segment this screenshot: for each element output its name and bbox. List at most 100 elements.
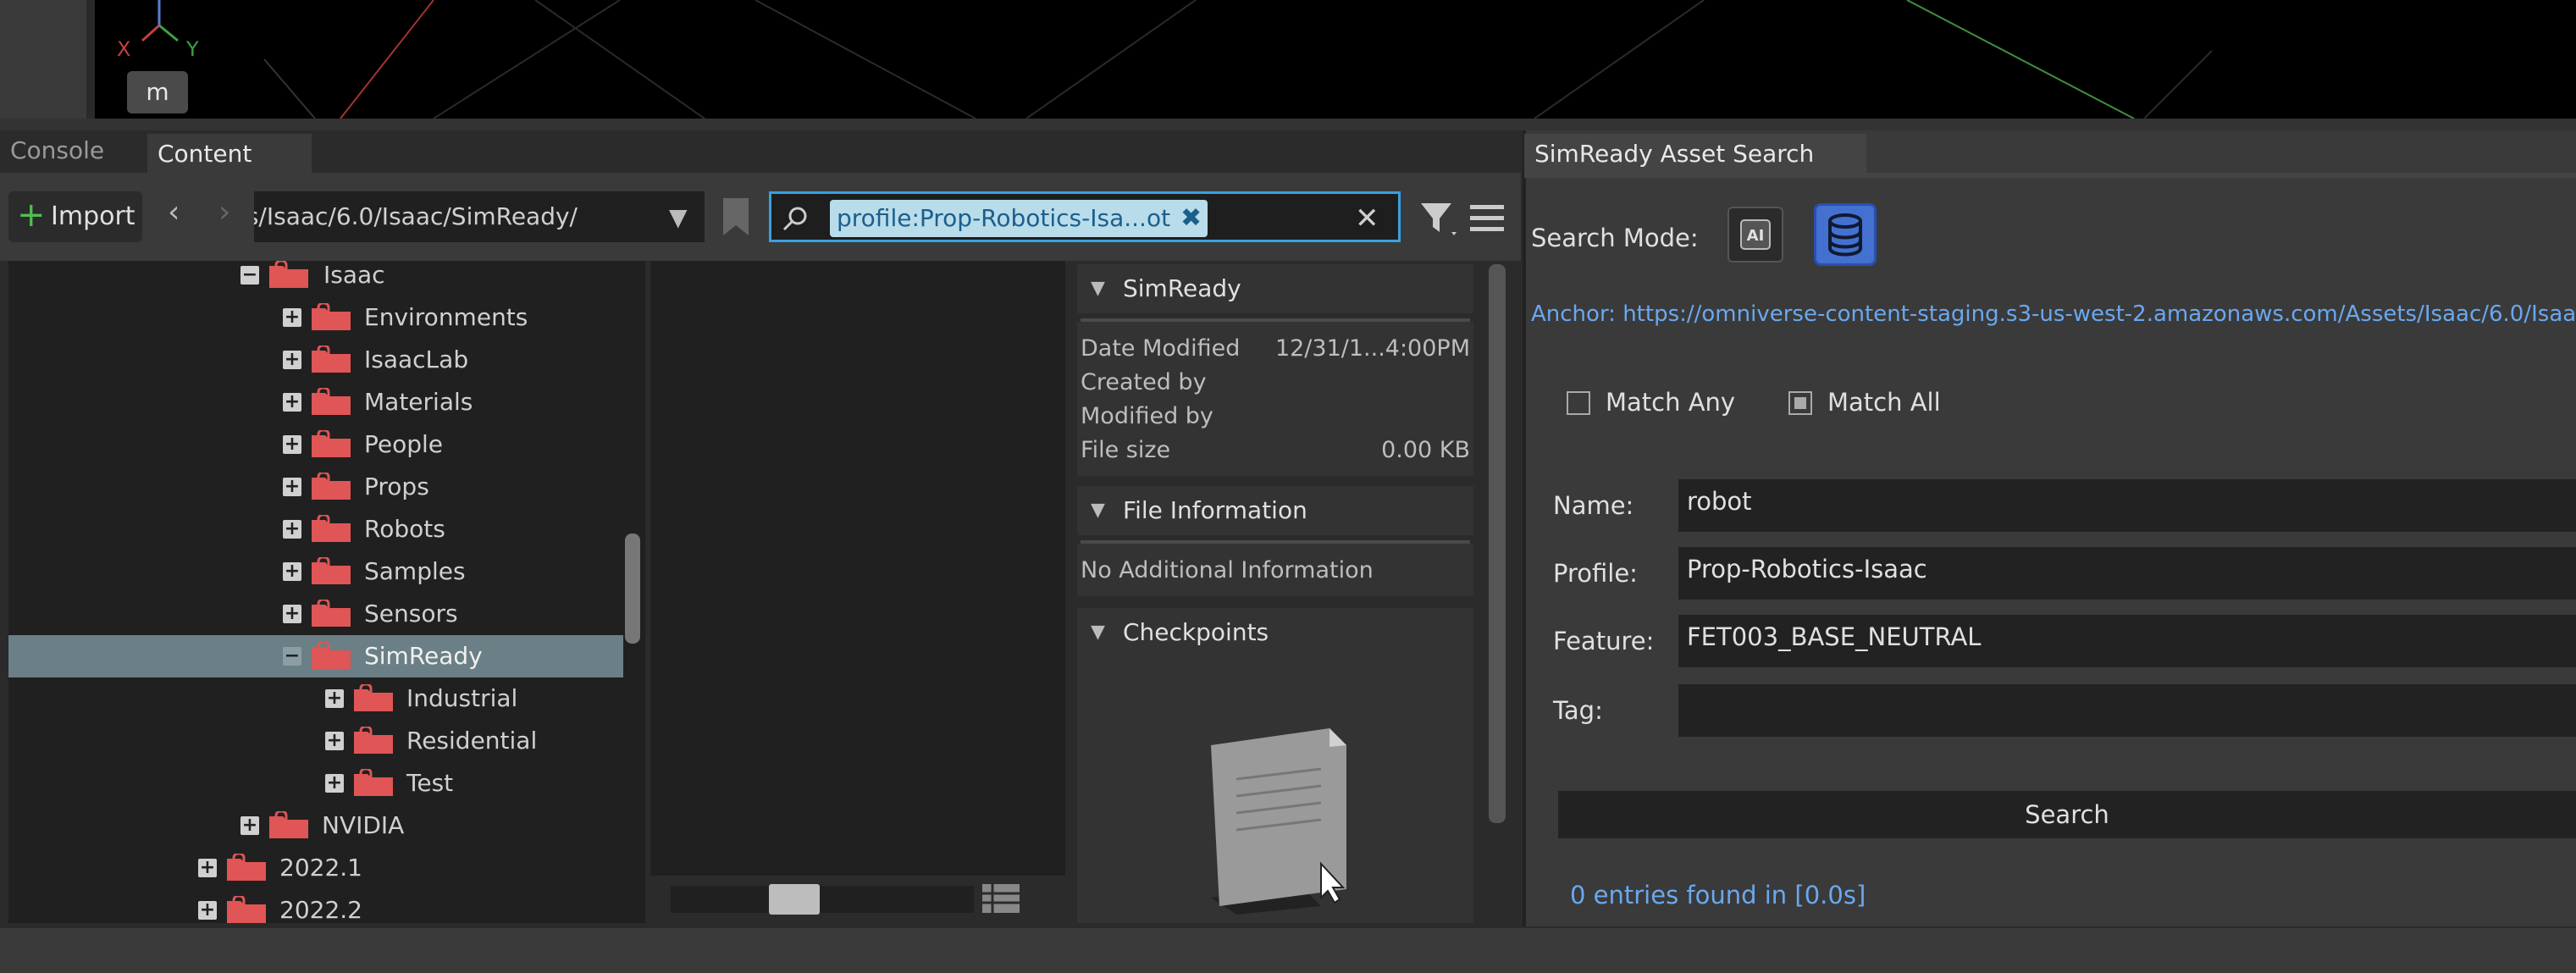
tree-item-label: Residential (406, 727, 538, 755)
tab-simready-asset-search[interactable]: SimReady Asset Search (1524, 134, 1866, 173)
status-bar (0, 926, 2576, 973)
ai-icon: AI (1740, 219, 1771, 250)
chevron-down-icon[interactable]: ▼ (669, 203, 688, 231)
clear-search-icon[interactable]: ✕ (1355, 200, 1379, 237)
match-all-checkbox[interactable] (1788, 391, 1812, 415)
panel-splitter[interactable] (645, 261, 649, 923)
tree-item-isaaclab[interactable]: + IsaacLab (8, 339, 632, 381)
expand-icon[interactable]: + (198, 859, 217, 877)
tag-field[interactable] (1678, 684, 2576, 737)
match-any-checkbox[interactable] (1567, 391, 1590, 415)
chevron-right-icon[interactable]: › (218, 195, 230, 229)
search-icon (782, 207, 807, 231)
tree-item-simready[interactable]: − SimReady (8, 635, 623, 677)
file-grid[interactable] (650, 261, 1065, 879)
tree-item-test[interactable]: + Test (8, 762, 632, 804)
expand-icon[interactable]: + (240, 816, 259, 835)
bookmark-icon[interactable] (721, 196, 750, 237)
viewport-grid-lines (263, 0, 2213, 119)
import-button[interactable]: + Import (8, 191, 142, 242)
ai-mode-button[interactable]: AI (1727, 207, 1783, 263)
folder-open-locked-icon (312, 642, 351, 669)
expand-icon[interactable]: + (325, 774, 344, 793)
hamburger-menu-icon[interactable] (1468, 200, 1506, 237)
viewport-canvas[interactable] (95, 0, 2576, 119)
tree-item-2022-1[interactable]: + 2022.1 (8, 847, 632, 889)
folder-locked-icon (354, 727, 393, 754)
filter-icon[interactable] (1419, 200, 1460, 239)
tree-item-label: Samples (364, 557, 466, 585)
file-information-title: File Information (1123, 496, 1307, 524)
tree-item-materials[interactable]: + Materials (8, 381, 632, 423)
tree-scrollbar[interactable] (625, 533, 640, 644)
tree-item-industrial[interactable]: + Industrial (8, 677, 632, 720)
tree-item-props[interactable]: + Props (8, 466, 632, 508)
tree-item-label: IsaacLab (364, 346, 469, 373)
database-mode-button[interactable] (1814, 203, 1877, 266)
tree-item-robots[interactable]: + Robots (8, 508, 632, 550)
tree-item-label: 2022.1 (279, 854, 362, 882)
viewport-mode-badge[interactable]: m (127, 71, 188, 113)
expand-icon[interactable]: + (283, 435, 301, 454)
folder-locked-icon (312, 600, 351, 627)
file-information-text: No Additional Information (1081, 557, 1374, 583)
expand-icon[interactable]: + (283, 605, 301, 623)
slider-handle[interactable] (769, 884, 820, 915)
file-information-header[interactable]: ▼ File Information (1077, 486, 1473, 535)
folder-locked-icon (312, 346, 351, 373)
tree-item-2022-2[interactable]: + 2022.2 (8, 889, 632, 923)
thumbnail-size-slider[interactable] (671, 886, 974, 913)
tree-item-isaac[interactable]: − Isaac (8, 261, 632, 296)
tree-item-environments[interactable]: + Environments (8, 296, 632, 339)
checkpoints-header[interactable]: ▼ Checkpoints (1077, 608, 1473, 657)
match-any-label[interactable]: Match Any (1606, 388, 1735, 417)
list-view-icon[interactable] (981, 881, 1021, 916)
tree-item-people[interactable]: + People (8, 423, 632, 466)
folder-locked-icon (312, 473, 351, 500)
search-mode-label: Search Mode: (1531, 224, 1699, 252)
tree-item-samples[interactable]: + Samples (8, 550, 632, 593)
search-button[interactable]: Search (1558, 791, 2576, 838)
collapse-icon[interactable]: − (240, 266, 259, 285)
axis-x-label: X (117, 37, 131, 61)
expand-icon[interactable]: + (283, 562, 301, 581)
expand-icon[interactable]: + (198, 901, 217, 920)
feature-field[interactable]: FET003_BASE_NEUTRAL (1678, 615, 2576, 667)
chip-close-icon[interactable]: ✖ (1180, 200, 1202, 237)
name-label: Name: (1553, 491, 1634, 520)
expand-icon[interactable]: + (283, 478, 301, 496)
folder-locked-icon (312, 303, 351, 330)
file-size-value: 0.00 KB (1381, 437, 1470, 463)
expand-icon[interactable]: + (325, 732, 344, 750)
expand-icon[interactable]: + (283, 520, 301, 539)
viewport-side-strip (0, 0, 86, 125)
folder-tree[interactable]: − Isaac + Environments + IsaacLab + Mate… (8, 261, 645, 923)
tree-item-sensors[interactable]: + Sensors (8, 593, 632, 635)
tree-item-nvidia[interactable]: + NVIDIA (8, 804, 632, 847)
profile-field[interactable]: Prop-Robotics-Isaac (1678, 547, 2576, 600)
tree-item-residential[interactable]: + Residential (8, 720, 632, 762)
expand-icon[interactable]: + (283, 308, 301, 327)
tab-content[interactable]: Content (147, 134, 312, 173)
anchor-link[interactable]: Anchor: https://omniverse-content-stagin… (1531, 301, 2576, 327)
folder-locked-icon (312, 388, 351, 415)
expand-icon[interactable]: + (283, 351, 301, 369)
path-field[interactable]: ssets/Isaac/6.0/Isaac/SimReady/ (254, 191, 705, 242)
collapse-icon[interactable]: − (283, 647, 301, 666)
details-header-simready[interactable]: ▼ SimReady (1077, 264, 1473, 313)
search-result-status: 0 entries found in [0.0s] (1570, 881, 1866, 909)
date-modified-value: 12/31/1...4:00PM (1274, 335, 1470, 362)
folder-locked-icon (227, 896, 266, 923)
modified-by-label: Modified by (1081, 403, 1213, 429)
name-field[interactable]: robot (1678, 479, 2576, 532)
scrollbar-thumb[interactable] (1489, 264, 1506, 823)
tree-item-label: Industrial (406, 684, 518, 712)
chevron-left-icon[interactable]: ‹ (168, 195, 180, 229)
expand-icon[interactable]: + (283, 393, 301, 412)
axis-y-label: Y (186, 37, 199, 61)
tab-console[interactable]: Console (0, 130, 156, 171)
match-all-label[interactable]: Match All (1827, 388, 1941, 417)
search-filter-chip[interactable]: profile:Prop-Robotics-Isa...ot (830, 200, 1208, 237)
expand-icon[interactable]: + (325, 689, 344, 708)
details-title: SimReady (1123, 274, 1241, 302)
